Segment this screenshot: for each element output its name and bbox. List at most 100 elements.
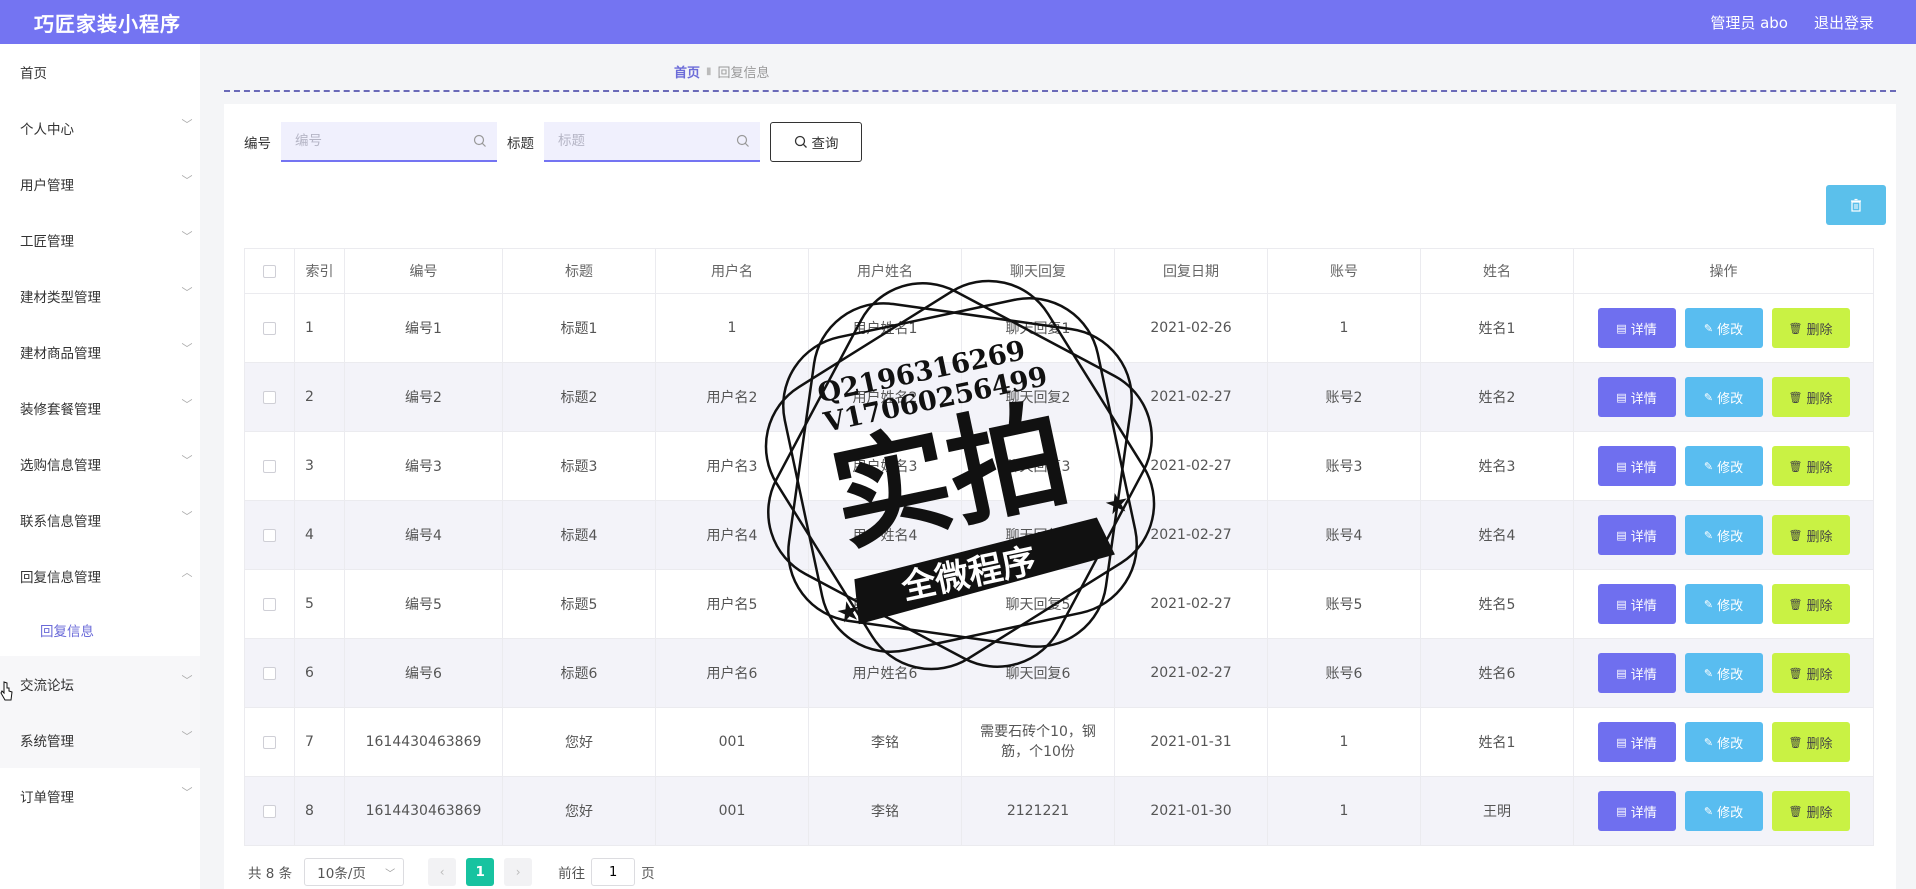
detail-label: 详情 — [1630, 667, 1657, 683]
sidebar-item-label: 工匠管理 — [20, 234, 74, 250]
delete-button[interactable]: 🗑 删除 — [1771, 446, 1850, 486]
delete-label: 删除 — [1806, 529, 1833, 545]
detail-button[interactable]: ▤ 详情 — [1597, 446, 1676, 486]
query-button[interactable]: 查询 — [770, 122, 862, 162]
sidebar-item[interactable]: 个人中心 ﹀ — [0, 100, 200, 156]
edit-label: 修改 — [1717, 805, 1744, 821]
search-box-title — [544, 122, 760, 162]
pencil-icon: ✎ — [1703, 321, 1714, 335]
table-cell: 编号1 — [344, 293, 503, 363]
row-checkbox[interactable] — [263, 390, 276, 404]
delete-button[interactable]: 🗑 删除 — [1771, 722, 1850, 762]
delete-button[interactable]: 🗑 删除 — [1771, 308, 1850, 348]
edit-button[interactable]: ✎ 修改 — [1684, 446, 1763, 486]
detail-button[interactable]: ▤ 详情 — [1597, 653, 1676, 693]
delete-button[interactable]: 🗑 删除 — [1771, 377, 1850, 417]
table-cell: 李铭 — [808, 707, 962, 777]
table-cell: 1 — [1267, 293, 1421, 363]
prev-page-button[interactable]: ‹ — [428, 858, 457, 886]
detail-button[interactable]: ▤ 详情 — [1597, 308, 1676, 348]
table-cell: 标题1 — [502, 293, 656, 363]
table-cell: 用户姓名6 — [808, 638, 962, 708]
sidebar-item[interactable]: 交流论坛 ﹀ — [0, 656, 200, 712]
sidebar-subitem[interactable]: 回复信息 — [0, 604, 200, 656]
table-cell: 需要石砖个10，钢筋，个10份 — [961, 707, 1115, 777]
edit-label: 修改 — [1717, 667, 1744, 683]
table-cell: 用户姓名2 — [808, 362, 962, 432]
page-number-active[interactable]: 1 — [466, 858, 495, 886]
next-page-button[interactable]: › — [504, 858, 533, 886]
table-cell: 7 — [294, 707, 345, 777]
document-icon: ▤ — [1616, 390, 1627, 404]
edit-button[interactable]: ✎ 修改 — [1684, 653, 1763, 693]
sidebar-item[interactable]: 用户管理 ﹀ — [0, 156, 200, 212]
page-size-select[interactable]: 10条/页 ﹀ — [304, 858, 405, 886]
row-checkbox[interactable] — [263, 804, 276, 818]
detail-button[interactable]: ▤ 详情 — [1597, 791, 1676, 831]
search-input-id[interactable] — [281, 122, 497, 160]
row-checkbox[interactable] — [263, 735, 276, 749]
actions-cell: ▤ 详情 ✎ 修改 🗑 删除 — [1573, 707, 1874, 777]
search-input-title[interactable] — [544, 122, 760, 160]
delete-button[interactable]: 🗑 删除 — [1771, 584, 1850, 624]
sidebar-item-label: 建材商品管理 — [20, 346, 101, 362]
edit-button[interactable]: ✎ 修改 — [1684, 791, 1763, 831]
row-checkbox[interactable] — [263, 459, 276, 473]
edit-button[interactable]: ✎ 修改 — [1684, 722, 1763, 762]
batch-delete-button[interactable] — [1826, 185, 1886, 225]
total-count: 共 8 条 — [248, 866, 293, 882]
detail-button[interactable]: ▤ 详情 — [1597, 722, 1676, 762]
edit-button[interactable]: ✎ 修改 — [1684, 584, 1763, 624]
detail-button[interactable]: ▤ 详情 — [1597, 584, 1676, 624]
row-select-cell — [244, 707, 295, 777]
pencil-icon: ✎ — [1703, 459, 1714, 473]
edit-button[interactable]: ✎ 修改 — [1684, 377, 1763, 417]
sidebar-item[interactable]: 首页 — [0, 44, 200, 100]
actions-cell: ▤ 详情 ✎ 修改 🗑 删除 — [1573, 638, 1874, 708]
sidebar-item[interactable]: 工匠管理 ﹀ — [0, 212, 200, 268]
sidebar-item-label: 选购信息管理 — [20, 458, 101, 474]
table-cell: 账号4 — [1267, 500, 1421, 570]
sidebar-item[interactable]: 联系信息管理 ﹀ — [0, 492, 200, 548]
row-select-cell — [244, 362, 295, 432]
goto-page-input[interactable] — [591, 858, 636, 886]
row-actions: ▤ 详情 ✎ 修改 🗑 删除 — [1574, 653, 1873, 693]
sidebar-item[interactable]: 选购信息管理 ﹀ — [0, 436, 200, 492]
actions-cell: ▤ 详情 ✎ 修改 🗑 删除 — [1573, 293, 1874, 363]
delete-button[interactable]: 🗑 删除 — [1771, 791, 1850, 831]
table-cell: 2021-02-27 — [1114, 431, 1268, 501]
delete-button[interactable]: 🗑 删除 — [1771, 515, 1850, 555]
pencil-icon: ✎ — [1703, 666, 1714, 680]
sidebar-item[interactable]: 订单管理 ﹀ — [0, 768, 200, 824]
sidebar-item-label: 订单管理 — [20, 790, 74, 806]
chevron-down-icon: ﹀ — [181, 174, 193, 187]
edit-button[interactable]: ✎ 修改 — [1684, 308, 1763, 348]
chevron-down-icon: ﹀ — [181, 118, 193, 131]
detail-button[interactable]: ▤ 详情 — [1597, 377, 1676, 417]
table-cell: 1 — [1267, 776, 1421, 846]
table-cell: 标题5 — [502, 569, 656, 639]
sidebar-item[interactable]: 建材商品管理 ﹀ — [0, 324, 200, 380]
sidebar-item[interactable]: 装修套餐管理 ﹀ — [0, 380, 200, 436]
select-all-checkbox[interactable] — [263, 264, 276, 278]
sidebar-item[interactable]: 建材类型管理 ﹀ — [0, 268, 200, 324]
sidebar-item[interactable]: 回复信息管理 ︿ — [0, 548, 200, 604]
delete-button[interactable]: 🗑 删除 — [1771, 653, 1850, 693]
logout-button[interactable]: 退出登录 — [1814, 12, 1874, 33]
trash-icon — [1851, 198, 1861, 212]
sidebar-item[interactable]: 系统管理 ﹀ — [0, 712, 200, 768]
table-row: 3 编号3 标题3 用户名3 用户姓名3 聊天回复3 2021-02-27 账号3 姓名3 ▤ 详情… — [244, 431, 1874, 501]
edit-button[interactable]: ✎ 修改 — [1684, 515, 1763, 555]
table-row: 2 编号2 标题2 用户名2 用户姓名2 聊天回复2 2021-02-27 账号2 姓名2 ▤ 详情… — [244, 362, 1874, 432]
table-cell: 姓名4 — [1420, 500, 1574, 570]
row-checkbox[interactable] — [263, 597, 276, 611]
breadcrumb-home[interactable]: 首页 — [674, 62, 700, 81]
reply-table: 索引 编号 标题 用户名 用户姓名 聊天回复 回复日期 账号 姓名 操作 1 编号… — [244, 248, 1874, 846]
row-checkbox[interactable] — [263, 528, 276, 542]
detail-label: 详情 — [1630, 598, 1657, 614]
table-cell: 标题6 — [502, 638, 656, 708]
detail-button[interactable]: ▤ 详情 — [1597, 515, 1676, 555]
delete-label: 删除 — [1806, 598, 1833, 614]
row-checkbox[interactable] — [263, 321, 276, 335]
row-checkbox[interactable] — [263, 666, 276, 680]
